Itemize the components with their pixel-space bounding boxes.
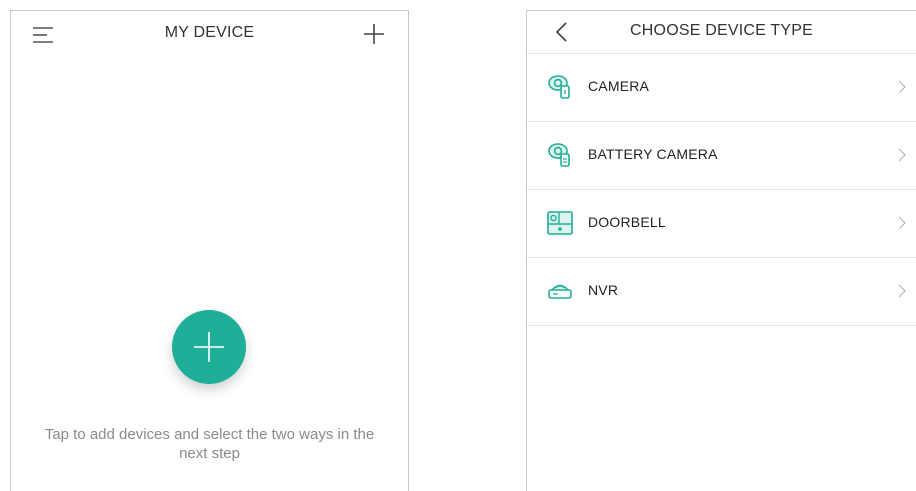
add-device-button[interactable] [362,22,386,46]
chevron-right-icon [898,148,906,162]
empty-state-hint: Tap to add devices and select the two wa… [44,426,375,462]
device-type-battery-camera[interactable]: BATTERY CAMERA [527,122,916,190]
doorbell-icon [547,211,573,235]
chevron-right-icon [898,216,906,230]
device-type-label: NVR [588,282,619,298]
device-type-doorbell[interactable]: DOORBELL [527,190,916,258]
add-device-fab[interactable] [172,310,246,384]
page-title: MY DEVICE [164,24,255,41]
my-device-screen: MY DEVICE Tap to add devices and select … [10,10,409,491]
plus-icon [364,24,384,44]
battery-camera-icon [548,143,570,167]
camera-icon [548,75,570,99]
chevron-right-icon [898,284,906,298]
nvr-icon [548,284,572,299]
device-type-list: CAMERA BATTERY CAMERA DOORBELL NVR [527,54,916,326]
choose-device-type-screen: CHOOSE DEVICE TYPE CAMERA BATTERY CAMERA… [526,10,916,491]
device-type-nvr[interactable]: NVR [527,258,916,326]
header-bar: MY DEVICE [11,11,408,57]
header-bar: CHOOSE DEVICE TYPE [527,11,916,54]
plus-icon [194,332,224,362]
page-title: CHOOSE DEVICE TYPE [630,22,813,39]
device-type-label: BATTERY CAMERA [588,146,718,162]
chevron-right-icon [898,80,906,94]
device-type-label: DOORBELL [588,214,666,230]
device-type-label: CAMERA [588,78,650,94]
device-type-camera[interactable]: CAMERA [527,54,916,122]
